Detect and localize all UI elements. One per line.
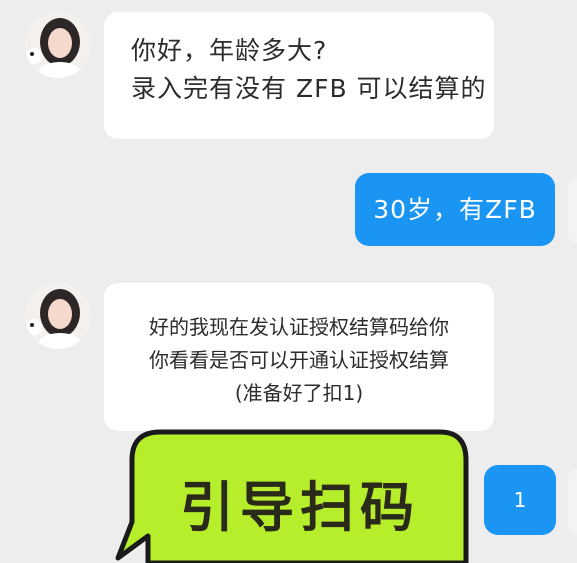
message-text: 你看看是否可以开通认证授权结算	[149, 348, 449, 372]
message-bubble-incoming[interactable]: 好的我现在发认证授权结算码给你 你看看是否可以开通认证授权结算 (准备好了扣1)	[104, 283, 494, 431]
message-bubble-outgoing[interactable]: 1	[484, 465, 556, 535]
message-text: (准备好了扣1)	[234, 381, 364, 405]
avatar-portrait	[25, 283, 91, 349]
message-text: 你好，年龄多大?	[131, 36, 328, 65]
contact-avatar[interactable]	[25, 283, 91, 349]
self-avatar[interactable]	[568, 177, 577, 243]
contact-avatar[interactable]	[25, 12, 91, 78]
message-text: 30岁，有ZFB	[373, 195, 537, 224]
message-bubble-incoming[interactable]: 你好，年龄多大? 录入完有没有 ZFB 可以结算的	[104, 12, 494, 139]
message-bubble-outgoing[interactable]: 30岁，有ZFB	[355, 173, 555, 246]
annotation-label: 引导扫码	[180, 476, 420, 539]
avatar-portrait	[25, 12, 91, 78]
message-text: 好的我现在发认证授权结算码给你	[149, 315, 449, 339]
self-avatar[interactable]	[568, 469, 577, 535]
message-text: 录入完有没有 ZFB 可以结算的	[131, 74, 487, 103]
message-text: 1	[513, 488, 527, 512]
